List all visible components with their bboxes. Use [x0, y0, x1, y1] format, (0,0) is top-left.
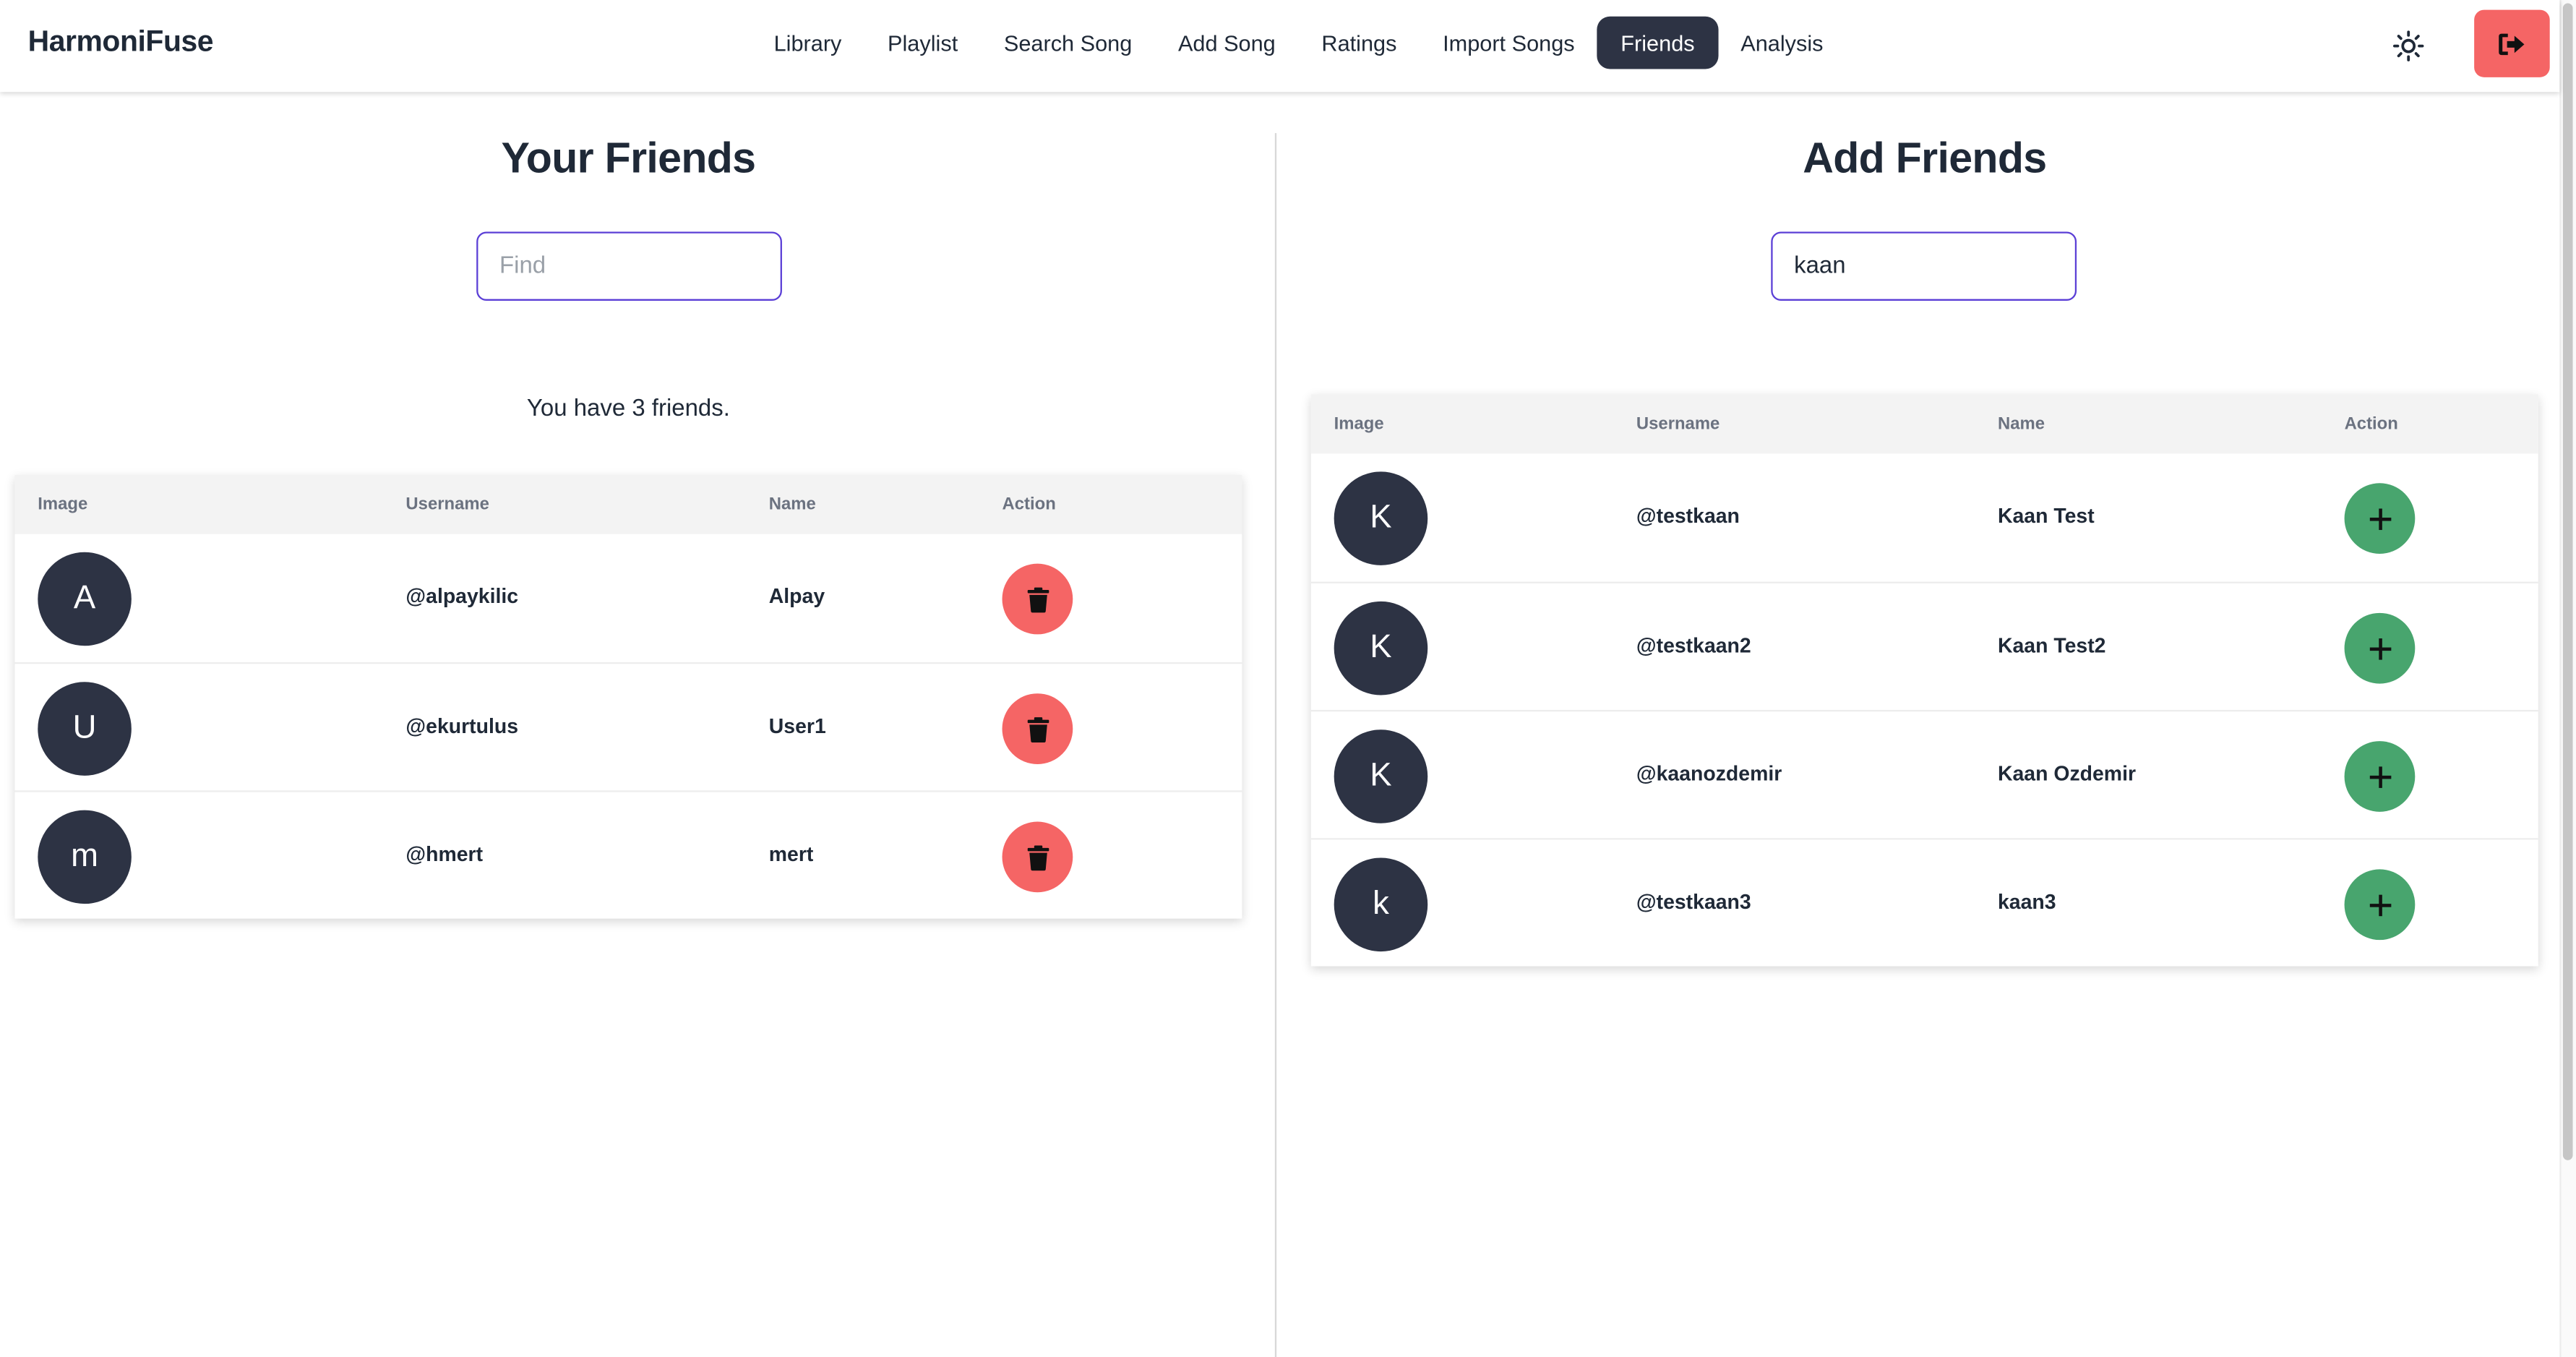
- remove-friend-button[interactable]: [1002, 563, 1073, 635]
- main-nav: Library Playlist Search Song Add Song Ra…: [751, 16, 1847, 69]
- table-header: Image Username Name Action: [14, 474, 1242, 534]
- plus-icon: [2369, 766, 2391, 787]
- search-users-input[interactable]: [1771, 231, 2077, 301]
- add-friend-button[interactable]: [2344, 483, 2416, 555]
- plus-icon: [2369, 508, 2391, 529]
- nav-analysis[interactable]: Analysis: [1717, 17, 1846, 69]
- username-cell: @kaanozdemir: [1636, 762, 1782, 786]
- top-navbar: HarmoniFuse Library Playlist Search Song…: [0, 0, 2560, 93]
- name-cell: User1: [768, 714, 826, 738]
- table-row: K @kaanozdemir Kaan Ozdemir: [1310, 709, 2538, 838]
- table-row: K @testkaan2 Kaan Test2: [1310, 581, 2538, 710]
- friend-count-text: You have 3 friends.: [526, 395, 730, 423]
- theme-toggle-button[interactable]: [2385, 23, 2431, 69]
- nav-library[interactable]: Library: [751, 17, 864, 69]
- name-cell: Kaan Test2: [1997, 634, 2106, 658]
- nav-search-song[interactable]: Search Song: [981, 17, 1155, 69]
- trash-icon: [1026, 844, 1049, 870]
- nav-import-songs[interactable]: Import Songs: [1420, 17, 1597, 69]
- add-friends-title: Add Friends: [1803, 133, 2047, 183]
- plus-icon: [2369, 894, 2391, 916]
- avatar: m: [38, 810, 132, 904]
- add-friend-button[interactable]: [2344, 612, 2416, 684]
- username-cell: @ekurtulus: [405, 714, 519, 738]
- brand-logo[interactable]: HarmoniFuse: [28, 25, 214, 59]
- your-friends-table: Image Username Name Action A @alpaykilic…: [14, 474, 1242, 919]
- name-cell: Alpay: [768, 585, 825, 609]
- table-row: k @testkaan3 kaan3: [1310, 838, 2538, 966]
- table-row: m @hmert mert: [14, 790, 1242, 918]
- avatar: A: [38, 552, 132, 646]
- remove-friend-button[interactable]: [1002, 693, 1073, 764]
- name-cell: Kaan Test: [1997, 504, 2095, 528]
- nav-ratings[interactable]: Ratings: [1299, 17, 1420, 69]
- username-cell: @alpaykilic: [405, 585, 519, 609]
- logout-button[interactable]: [2474, 9, 2550, 77]
- name-cell: kaan3: [1997, 890, 2056, 914]
- column-header-image: Image: [1334, 414, 1384, 435]
- trash-icon: [1026, 716, 1049, 742]
- table-header: Image Username Name Action: [1310, 394, 2538, 454]
- avatar: K: [1334, 471, 1428, 565]
- username-cell: @testkaan2: [1636, 634, 1751, 658]
- table-row: A @alpaykilic Alpay: [14, 534, 1242, 662]
- table-row: K @testkaan Kaan Test: [1311, 453, 2538, 581]
- table-body: A @alpaykilic Alpay U @ekurtulus User1 m…: [14, 534, 1242, 919]
- username-cell: @testkaan3: [1636, 890, 1751, 914]
- username-cell: @hmert: [405, 843, 484, 866]
- add-friend-button[interactable]: [2344, 741, 2416, 812]
- nav-friends[interactable]: Friends: [1597, 16, 1718, 69]
- app-root: HarmoniFuse Library Playlist Search Song…: [0, 0, 2576, 1357]
- plus-icon: [2369, 637, 2391, 659]
- nav-playlist[interactable]: Playlist: [864, 17, 981, 69]
- find-friends-input[interactable]: [476, 231, 782, 301]
- add-friend-button[interactable]: [2344, 869, 2416, 941]
- panel-divider: [1274, 133, 1277, 1357]
- avatar: K: [1334, 729, 1428, 823]
- avatar: k: [1334, 857, 1428, 952]
- avatar: K: [1334, 601, 1428, 695]
- add-friends-table: Image Username Name Action K @testkaan K…: [1310, 394, 2538, 967]
- column-header-name: Name: [768, 495, 816, 515]
- column-header-username: Username: [405, 495, 489, 515]
- name-cell: Kaan Ozdemir: [1997, 762, 2137, 786]
- column-header-image: Image: [38, 495, 88, 515]
- page-scrollbar-thumb[interactable]: [2562, 3, 2573, 1160]
- table-row: U @ekurtulus User1: [14, 662, 1242, 790]
- logout-icon: [2499, 33, 2525, 55]
- username-cell: @testkaan: [1636, 504, 1740, 528]
- column-header-username: Username: [1636, 414, 1720, 435]
- column-header-name: Name: [1997, 414, 2045, 435]
- trash-icon: [1026, 586, 1049, 612]
- remove-friend-button[interactable]: [1002, 821, 1073, 893]
- avatar: U: [38, 682, 132, 776]
- sun-icon: [2393, 30, 2424, 61]
- table-body: K @testkaan Kaan Test K @testkaan2 Kaan …: [1310, 453, 2538, 966]
- column-header-action: Action: [1002, 495, 1056, 515]
- name-cell: mert: [768, 843, 814, 866]
- column-header-action: Action: [2344, 414, 2398, 435]
- nav-add-song[interactable]: Add Song: [1155, 17, 1298, 69]
- your-friends-title: Your Friends: [501, 133, 756, 183]
